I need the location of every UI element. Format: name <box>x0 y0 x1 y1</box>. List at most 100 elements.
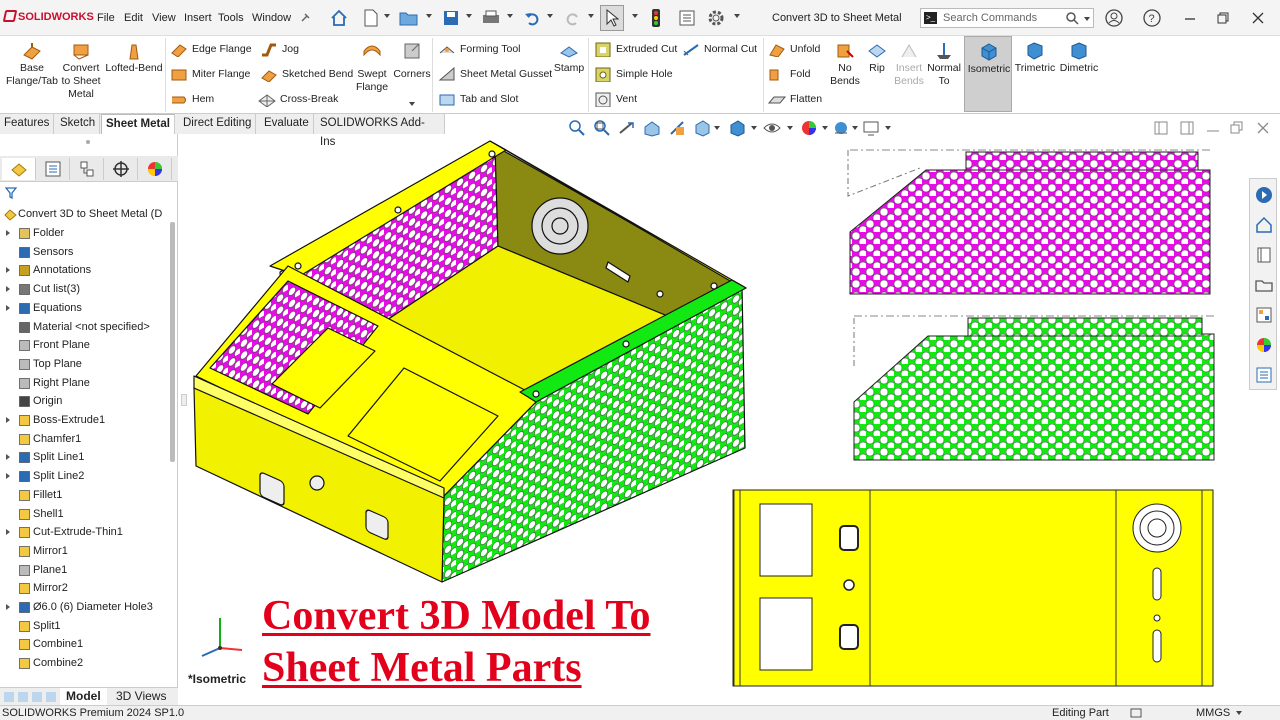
new-document-icon[interactable] <box>360 7 382 29</box>
viewport-tile-right-icon[interactable] <box>1178 119 1196 137</box>
dimetric-view-button[interactable]: Dimetric <box>1058 38 1100 75</box>
solidworks-logo[interactable]: SOLIDWORKS <box>2 10 94 23</box>
zoom-to-area-icon[interactable] <box>593 119 611 137</box>
select-dropdown-icon[interactable] <box>632 14 638 18</box>
doc-close-icon[interactable] <box>1254 119 1272 137</box>
swept-flange-button[interactable]: Swept Flange <box>352 38 392 94</box>
save-dropdown-icon[interactable] <box>466 14 472 18</box>
expand-arrow-icon[interactable] <box>6 267 10 274</box>
options-dropdown-icon[interactable] <box>734 14 740 18</box>
green-flat-part[interactable] <box>853 317 1215 461</box>
units-dropdown-icon[interactable] <box>1236 711 1242 715</box>
options-gear-icon[interactable] <box>705 7 727 29</box>
fan-vent-grille[interactable] <box>531 197 589 255</box>
flat-pattern-magenta[interactable] <box>847 149 1212 295</box>
viewport-tile-left-icon[interactable] <box>1152 119 1170 137</box>
feature-manager-tab-icon[interactable] <box>2 158 36 180</box>
custom-properties-icon[interactable] <box>1254 365 1274 385</box>
cross-break-button[interactable]: Cross-Break <box>258 91 338 107</box>
expand-arrow-icon[interactable] <box>6 604 10 610</box>
expand-arrow-icon[interactable] <box>6 473 10 480</box>
help-icon[interactable]: ? <box>1142 8 1162 28</box>
appearances-scenes-icon[interactable] <box>1254 335 1274 355</box>
flatten-button[interactable]: Flatten <box>768 91 822 107</box>
user-account-icon[interactable] <box>1104 8 1124 28</box>
menu-tools[interactable]: Tools <box>218 12 244 24</box>
apply-scene-icon[interactable] <box>832 119 850 137</box>
property-manager-tab-icon[interactable] <box>36 158 70 180</box>
status-settings-icon[interactable] <box>1130 708 1142 718</box>
expand-arrow-icon[interactable] <box>6 286 10 293</box>
view-palette-folder-icon[interactable] <box>1254 275 1274 295</box>
tab-and-slot-button[interactable]: Tab and Slot <box>438 91 518 107</box>
dynamic-annotation-icon[interactable] <box>668 119 686 137</box>
view-orientation-dropdown-icon[interactable] <box>714 126 720 130</box>
extruded-cut-button[interactable]: Extruded Cut <box>594 41 677 57</box>
doc-minimize-icon[interactable] <box>1204 119 1222 137</box>
menu-window[interactable]: Window <box>252 12 291 24</box>
tab-sketch[interactable]: Sketch <box>56 114 101 134</box>
display-manager-tab-icon[interactable] <box>138 158 172 180</box>
restore-window-icon[interactable] <box>1213 8 1233 28</box>
print-dropdown-icon[interactable] <box>507 14 513 18</box>
redo-icon[interactable] <box>562 7 584 29</box>
front-round-hole[interactable] <box>309 475 325 491</box>
section-view-icon[interactable] <box>643 119 661 137</box>
view-palette-icon[interactable] <box>1254 305 1274 325</box>
no-bends-button[interactable]: No Bends <box>828 38 862 88</box>
doc-restore-icon[interactable] <box>1228 119 1246 137</box>
isometric-view-button[interactable]: Isometric <box>964 36 1012 112</box>
redo-dropdown-icon[interactable] <box>588 14 594 18</box>
hem-button[interactable]: Hem <box>170 91 214 107</box>
lofted-bend-button[interactable]: Lofted-Bend <box>105 38 163 75</box>
base-flange-tab-button[interactable]: Base Flange/Tab <box>6 38 58 88</box>
tab-solidworks-addins[interactable]: SOLIDWORKS Add-Ins <box>316 114 445 148</box>
view-settings-monitor-icon[interactable] <box>862 119 880 137</box>
tab-features[interactable]: Features <box>0 114 55 134</box>
fold-button[interactable]: Fold <box>768 66 810 82</box>
view-settings-dropdown-icon[interactable] <box>885 126 891 130</box>
insert-bends-button[interactable]: Insert Bends <box>892 38 926 88</box>
search-dropdown-icon[interactable] <box>1084 17 1090 21</box>
magenta-flat-part[interactable] <box>849 151 1211 295</box>
sheet-metal-box-3d-model[interactable] <box>193 140 747 583</box>
sheet-metal-gusset-button[interactable]: Sheet Metal Gusset <box>438 66 552 82</box>
corners-dropdown-icon[interactable] <box>409 102 415 106</box>
select-cursor-icon[interactable] <box>600 5 624 31</box>
scene-dropdown-icon[interactable] <box>852 126 858 130</box>
jog-button[interactable]: Jog <box>260 41 299 57</box>
unfold-button[interactable]: Unfold <box>768 41 820 57</box>
normal-cut-button[interactable]: Normal Cut <box>682 41 757 57</box>
menu-edit[interactable]: Edit <box>124 12 143 24</box>
design-library-icon[interactable] <box>1254 215 1274 235</box>
solidworks-resources-icon[interactable] <box>1254 185 1274 205</box>
open-folder-icon[interactable] <box>398 7 420 29</box>
rebuild-traffic-light-icon[interactable] <box>645 7 667 29</box>
file-explorer-icon[interactable] <box>1254 245 1274 265</box>
expand-arrow-icon[interactable] <box>6 454 10 461</box>
display-style-dropdown-icon[interactable] <box>751 126 757 130</box>
undo-dropdown-icon[interactable] <box>547 14 553 18</box>
sketched-bend-button[interactable]: Sketched Bend <box>260 66 353 82</box>
print-icon[interactable] <box>480 7 502 29</box>
menu-file[interactable]: File <box>97 12 115 24</box>
tab-model[interactable]: Model <box>60 688 107 706</box>
edit-appearance-icon[interactable] <box>800 119 818 137</box>
hide-show-items-eye-icon[interactable] <box>763 119 781 137</box>
tree-scrollbar[interactable] <box>170 222 175 462</box>
expand-arrow-icon[interactable] <box>6 304 10 311</box>
tab-direct-editing[interactable]: Direct Editing <box>179 114 257 134</box>
tab-3d-views[interactable]: 3D Views <box>110 688 172 706</box>
search-commands-input[interactable]: >_ Search Commands <box>920 8 1094 28</box>
trimetric-view-button[interactable]: Trimetric <box>1014 38 1056 75</box>
edge-flange-button[interactable]: Edge Flange <box>170 41 252 57</box>
open-dropdown-icon[interactable] <box>426 14 432 18</box>
simple-hole-button[interactable]: Simple Hole <box>594 66 673 82</box>
tab-scroll-arrows-icon[interactable] <box>4 692 56 702</box>
stamp-button[interactable]: Stamp <box>552 38 586 75</box>
minimize-window-icon[interactable] <box>1180 8 1200 28</box>
pin-icon[interactable] <box>294 7 316 29</box>
tab-evaluate[interactable]: Evaluate <box>260 114 314 134</box>
menu-view[interactable]: View <box>152 12 176 24</box>
save-icon[interactable] <box>440 7 462 29</box>
